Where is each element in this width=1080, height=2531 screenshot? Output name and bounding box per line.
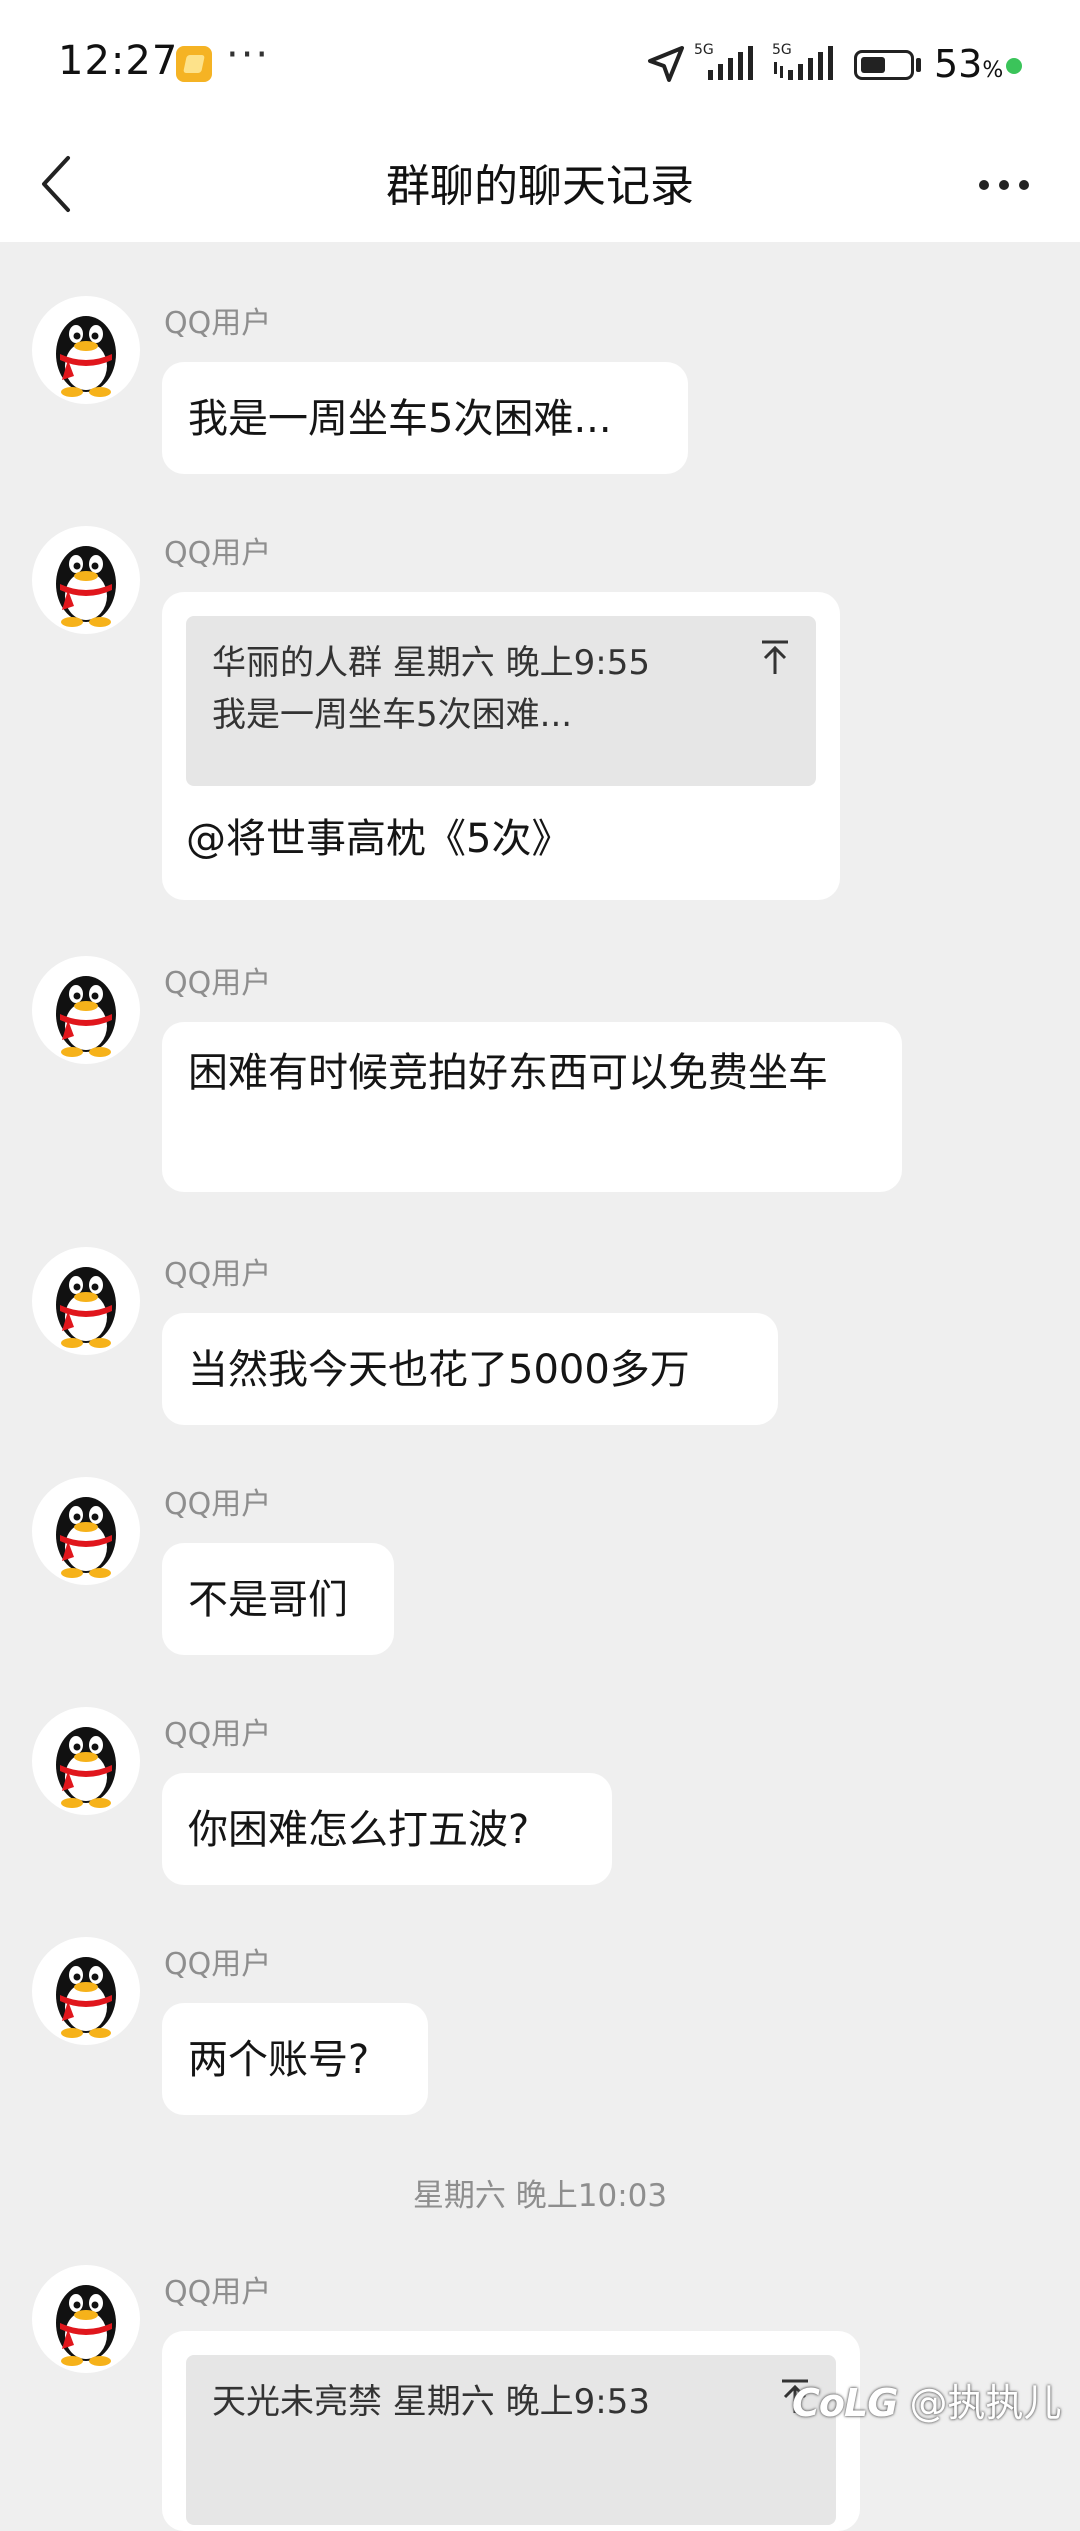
qq-penguin-avatar[interactable] [32,956,140,1064]
message-text: @将世事高枕《5次》 [186,816,572,862]
privacy-indicator-dot [1006,58,1022,74]
qq-penguin-avatar[interactable] [32,526,140,634]
time-separator: 星期六 晚上10:03 [412,2178,668,2214]
qq-penguin-avatar[interactable] [32,2265,140,2373]
signal-5g-icon: 5G [694,42,753,80]
qq-penguin-avatar[interactable] [32,296,140,404]
message-text: 不是哥们 [188,1577,348,1623]
sender-name: QQ用户 [164,1487,272,1522]
message-text: 我是一周坐车5次困难... [188,396,612,442]
message-bubble[interactable]: 当然我今天也花了5000多万 [162,1313,778,1425]
page-title: 群聊的聊天记录 [386,161,694,212]
sender-name: QQ用户 [164,306,272,341]
quoted-message[interactable]: 天光未亮禁 星期六 晚上9:53 [186,2355,836,2525]
sender-name: QQ用户 [164,1257,272,1292]
quote-text: 我是一周坐车5次困难... [212,695,573,735]
sender-name: QQ用户 [164,1717,272,1752]
battery-percent: 53% [934,42,1004,86]
qq-penguin-avatar[interactable] [32,1707,140,1815]
more-icon[interactable] [978,168,1030,202]
message-bubble[interactable]: 不是哥们 [162,1543,394,1655]
message-text: 当然我今天也花了5000多万 [188,1347,690,1393]
signal-5g-secondary-icon: 5G [772,42,833,80]
qq-penguin-avatar[interactable] [32,1937,140,2045]
message-bubble[interactable]: 我是一周坐车5次困难... [162,362,688,474]
navigation-bar: 群聊的聊天记录 [0,130,1080,242]
message-text: 困难有时候竞拍好东西可以免费坐车 [188,1050,828,1096]
sender-name: QQ用户 [164,1947,272,1982]
sender-name: QQ用户 [164,966,272,1001]
message-bubble[interactable]: 天光未亮禁 星期六 晚上9:53 [162,2331,860,2531]
message-bubble[interactable]: 两个账号? [162,2003,428,2115]
quote-header: 天光未亮禁 星期六 晚上9:53 [212,2382,650,2422]
message-text: 你困难怎么打五波? [188,1807,530,1853]
location-icon [648,46,684,82]
more-notifications-icon: ··· [226,32,271,78]
qq-penguin-avatar[interactable] [32,1477,140,1585]
message-bubble[interactable]: 华丽的人群 星期六 晚上9:55 我是一周坐车5次困难... @将世事高枕《5次… [162,592,840,900]
status-time: 12:27 [58,38,179,84]
notes-app-icon [176,46,212,82]
status-bar: 12:27 ··· 5G 5G 53% [0,0,1080,130]
message-bubble[interactable]: 你困难怎么打五波? [162,1773,612,1885]
sender-name: QQ用户 [164,2275,272,2310]
message-text: 两个账号? [188,2037,370,2083]
battery-tip [916,58,921,72]
quoted-message[interactable]: 华丽的人群 星期六 晚上9:55 我是一周坐车5次困难... [186,616,816,786]
jump-to-top-icon[interactable] [758,638,792,678]
svg-text:5G: 5G [772,42,792,58]
quote-header: 华丽的人群 星期六 晚上9:55 [212,643,650,683]
svg-text:5G: 5G [694,42,714,58]
qq-penguin-avatar[interactable] [32,1247,140,1355]
battery-icon [854,50,914,80]
message-bubble[interactable]: 困难有时候竞拍好东西可以免费坐车 [162,1022,902,1192]
watermark: CoLG @执执儿 [792,2381,1062,2425]
sender-name: QQ用户 [164,536,272,571]
